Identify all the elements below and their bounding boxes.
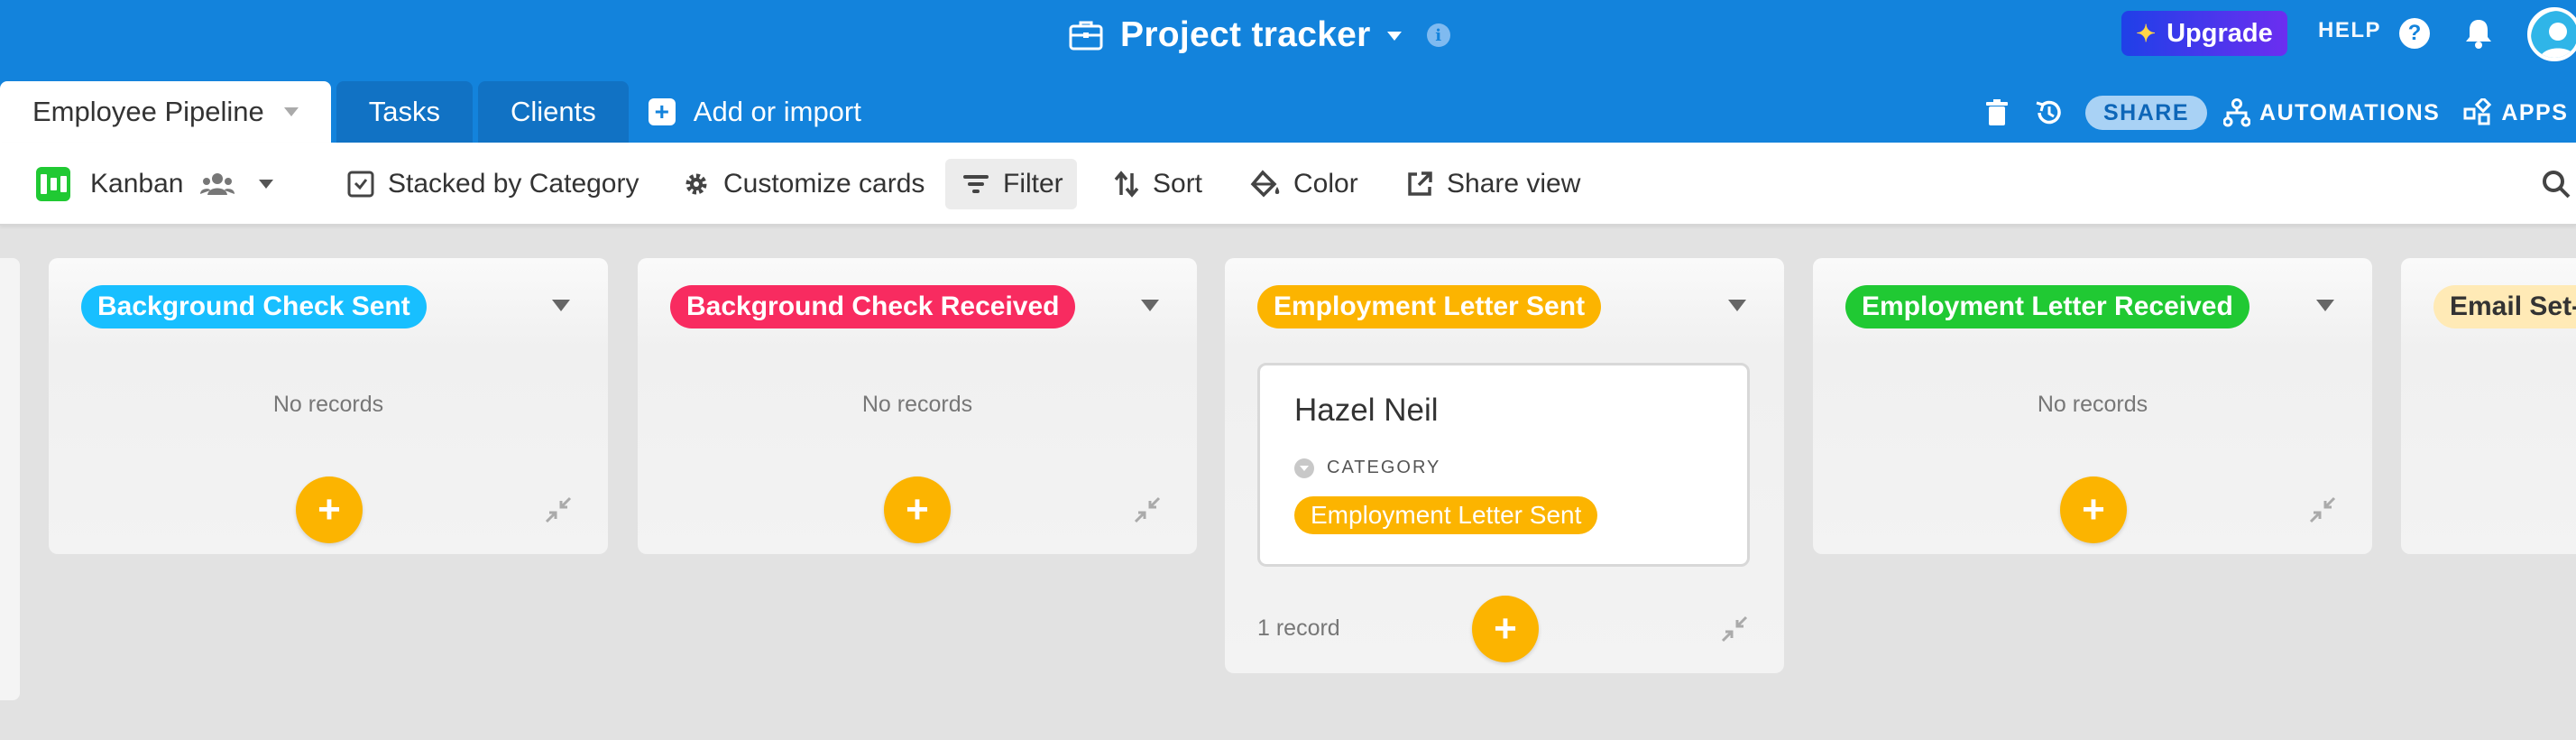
- record-card[interactable]: Hazel Neil CATEGORY Employment Letter Se…: [1257, 363, 1750, 567]
- trash-icon[interactable]: [1981, 97, 2013, 129]
- upgrade-button[interactable]: ✦ Upgrade: [2121, 11, 2287, 56]
- paint-bucket-icon: [1250, 170, 1280, 198]
- base-tools: SHARE AUTOMATIONS APPS: [1981, 90, 2576, 135]
- base-title-button[interactable]: Project tracker i: [1068, 13, 1450, 58]
- shrink-icon[interactable]: [1719, 614, 1750, 644]
- search-button[interactable]: [2540, 143, 2576, 226]
- add-record-button[interactable]: +: [296, 476, 363, 543]
- stack-header-pill: Background Check Sent: [81, 285, 427, 328]
- base-title: Project tracker: [1120, 15, 1371, 54]
- field-name: CATEGORY: [1327, 458, 1441, 477]
- people-icon: [200, 173, 235, 195]
- shrink-icon[interactable]: [1132, 495, 1163, 525]
- add-import-label: Add or import: [693, 96, 861, 127]
- tab-tasks[interactable]: Tasks: [336, 81, 474, 143]
- filter-label: Filter: [1003, 169, 1063, 199]
- history-icon[interactable]: [2033, 97, 2065, 129]
- share-view-button[interactable]: Share view: [1405, 143, 1580, 226]
- tab-label: Tasks: [368, 96, 441, 127]
- apps-label: APPS: [2501, 99, 2569, 125]
- single-select-icon: [1294, 458, 1314, 478]
- tab-employee-pipeline[interactable]: Employee Pipeline: [0, 81, 331, 143]
- share-view-label: Share view: [1447, 169, 1581, 199]
- shrink-icon[interactable]: [2307, 495, 2338, 525]
- card-field-label: CATEGORY: [1294, 458, 1440, 478]
- stack-header-pill: Background Check Received: [670, 285, 1076, 328]
- tab-clients[interactable]: Clients: [478, 81, 629, 143]
- tab-label: Employee Pipeline: [32, 96, 264, 127]
- gear-icon: [685, 173, 707, 195]
- add-record-button[interactable]: +: [884, 476, 951, 543]
- apps-icon: [2463, 98, 2492, 125]
- search-icon: [2543, 171, 2571, 199]
- kanban-stack: Background Check Received No records +: [638, 258, 1197, 554]
- filter-icon: [963, 175, 989, 193]
- table-tabs: Employee Pipeline Tasks Clients + Add or…: [0, 81, 861, 143]
- share-icon: [1408, 171, 1432, 196]
- stacked-by-button[interactable]: Stacked by Category: [346, 143, 639, 226]
- upgrade-label: Upgrade: [2167, 18, 2273, 48]
- avatar[interactable]: [2527, 7, 2576, 61]
- stack-menu-chevron-icon[interactable]: [1141, 300, 1159, 311]
- info-icon[interactable]: i: [1426, 23, 1450, 47]
- empty-state: No records: [861, 392, 973, 417]
- help-link[interactable]: HELP: [2318, 18, 2381, 43]
- filter-button[interactable]: Filter: [961, 143, 1063, 226]
- sort-icon: [1114, 171, 1139, 198]
- bell-icon[interactable]: [2462, 16, 2495, 51]
- color-label: Color: [1293, 169, 1358, 199]
- previous-stack-edge: [0, 258, 20, 700]
- kanban-icon: [36, 167, 70, 201]
- stacked-label: Stacked by Category: [388, 169, 639, 199]
- stack-menu-chevron-icon[interactable]: [2316, 300, 2334, 311]
- add-or-import-button[interactable]: + Add or import: [648, 81, 861, 143]
- automations-button[interactable]: AUTOMATIONS: [2223, 98, 2440, 127]
- stack-icon: [347, 171, 374, 198]
- color-button[interactable]: Color: [1250, 143, 1358, 226]
- view-name: Kanban: [90, 169, 184, 199]
- add-record-button[interactable]: +: [2060, 476, 2127, 543]
- chevron-down-icon: [259, 180, 274, 189]
- customize-label: Customize cards: [723, 169, 925, 199]
- stack-header-pill: Employment Letter Received: [1845, 285, 2249, 328]
- add-record-button[interactable]: +: [1472, 596, 1539, 662]
- view-switcher[interactable]: Kanban: [36, 143, 274, 226]
- tab-label: Clients: [511, 96, 596, 127]
- card-title: Hazel Neil: [1294, 393, 1439, 428]
- shrink-icon[interactable]: [543, 495, 574, 525]
- view-bar: Kanban Stacked by Category Customize car…: [0, 143, 2576, 226]
- plus-icon: +: [648, 97, 676, 125]
- kanban-stack: Employment Letter Sent Hazel Neil CATEGO…: [1225, 258, 1784, 673]
- kanban-stack: Background Check Sent No records +: [49, 258, 608, 554]
- chevron-down-icon[interactable]: [283, 107, 299, 116]
- sort-label: Sort: [1153, 169, 1203, 199]
- category-pill: Employment Letter Sent: [1294, 496, 1598, 534]
- sparkle-icon: ✦: [2136, 19, 2157, 47]
- empty-state: No records: [2037, 392, 2148, 417]
- kanban-stack: Employment Letter Received No records +: [1813, 258, 2372, 554]
- automations-label: AUTOMATIONS: [2259, 99, 2441, 125]
- chevron-down-icon: [1386, 32, 1402, 41]
- briefcase-icon: [1069, 21, 1103, 51]
- stack-menu-chevron-icon[interactable]: [1728, 300, 1746, 311]
- apps-button[interactable]: APPS: [2463, 98, 2568, 127]
- customize-cards-button[interactable]: Customize cards: [682, 143, 925, 226]
- sort-button[interactable]: Sort: [1113, 143, 1202, 226]
- record-count: 1 record: [1257, 615, 1340, 641]
- help-icon[interactable]: ?: [2399, 18, 2430, 49]
- stack-header-pill: Email Set-: [2433, 285, 2576, 328]
- kanban-stack: Email Set-: [2401, 258, 2576, 554]
- stack-menu-chevron-icon[interactable]: [552, 300, 570, 311]
- empty-state: No records: [272, 392, 384, 417]
- automations-icon: [2223, 98, 2251, 127]
- share-button[interactable]: SHARE: [2085, 96, 2208, 130]
- stack-header-pill: Employment Letter Sent: [1257, 285, 1602, 328]
